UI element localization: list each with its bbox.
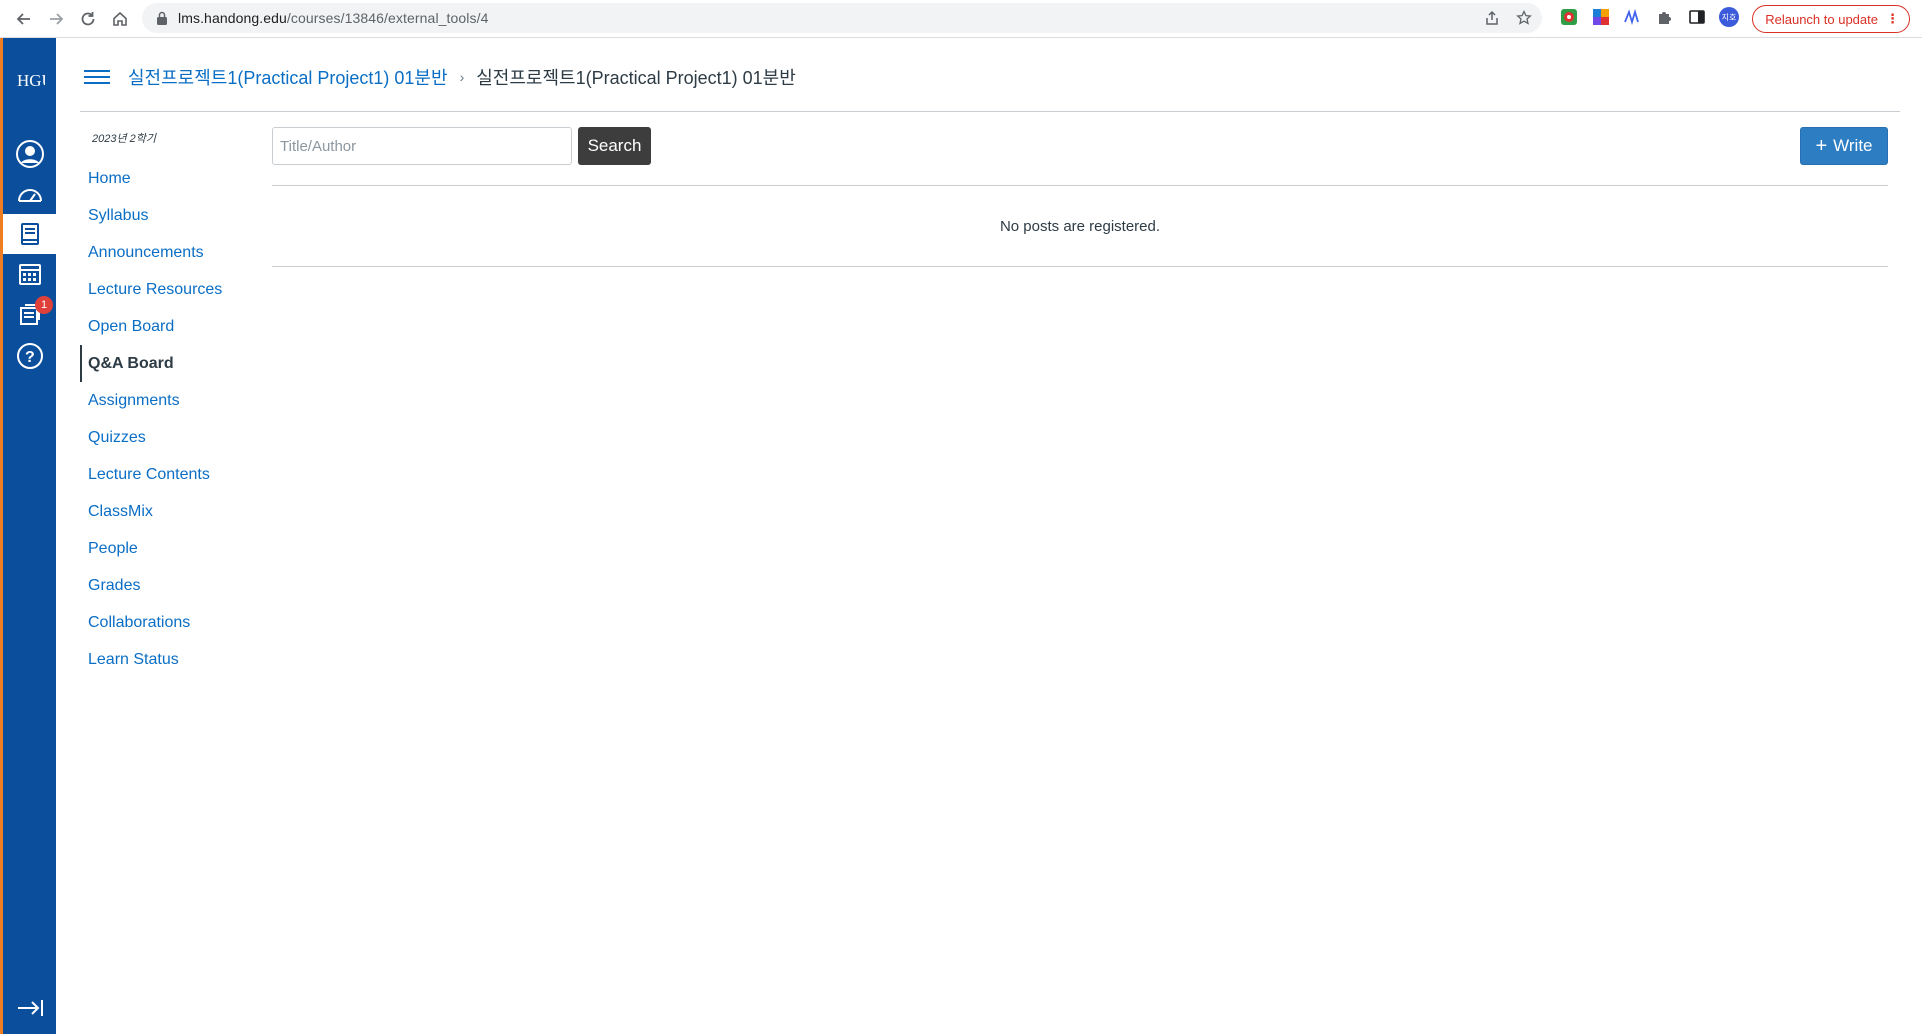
course-nav: 2023년 2학기 Home Syllabus Announcements Le…	[80, 130, 260, 678]
share-icon[interactable]	[1482, 8, 1502, 28]
course-nav-learn-status[interactable]: Learn Status	[80, 641, 260, 678]
course-nav-announcements[interactable]: Announcements	[80, 234, 260, 271]
extension-waves-icon[interactable]	[1622, 6, 1644, 28]
course-nav-open-board[interactable]: Open Board	[80, 308, 260, 345]
svg-text:?: ?	[25, 349, 35, 366]
courses-icon[interactable]	[3, 214, 56, 254]
relaunch-button[interactable]: Relaunch to update ⋮	[1752, 5, 1910, 33]
back-icon[interactable]	[8, 3, 40, 35]
hamburger-menu-icon[interactable]	[84, 66, 110, 88]
global-nav: HGU 1 ?	[0, 38, 56, 1034]
breadcrumb: 실전프로젝트1(Practical Project1) 01분반 › 실전프로젝…	[128, 64, 796, 90]
search-input[interactable]	[272, 127, 572, 165]
course-nav-home[interactable]: Home	[80, 160, 260, 197]
home-icon[interactable]	[104, 3, 136, 35]
qa-board: Search + Write No posts are registered.	[272, 127, 1888, 267]
relaunch-label: Relaunch to update	[1765, 11, 1878, 27]
page-header: 실전프로젝트1(Practical Project1) 01분반 › 실전프로젝…	[80, 56, 1900, 112]
write-label: Write	[1833, 136, 1873, 155]
course-nav-grades[interactable]: Grades	[80, 567, 260, 604]
collapse-nav-icon[interactable]	[3, 988, 56, 1028]
write-button[interactable]: + Write	[1800, 127, 1888, 165]
course-nav-people[interactable]: People	[80, 530, 260, 567]
course-nav-quizzes[interactable]: Quizzes	[80, 419, 260, 456]
bookmark-star-icon[interactable]	[1514, 8, 1534, 28]
svg-text:HGU: HGU	[17, 71, 45, 90]
plus-icon: +	[1815, 135, 1828, 157]
browser-toolbar: lms.handong.edu/courses/13846/external_t…	[0, 0, 1922, 38]
course-nav-qa-board[interactable]: Q&A Board	[80, 345, 260, 382]
kebab-menu-icon: ⋮	[1886, 11, 1899, 26]
account-icon[interactable]	[3, 134, 56, 174]
url-text: lms.handong.edu/courses/13846/external_t…	[178, 10, 489, 26]
term-label: 2023년 2학기	[92, 133, 157, 145]
help-icon[interactable]: ?	[3, 336, 56, 376]
course-nav-lecture-resources[interactable]: Lecture Resources	[80, 271, 260, 308]
course-nav-assignments[interactable]: Assignments	[80, 382, 260, 419]
puzzle-icon[interactable]	[1654, 6, 1676, 28]
school-logo[interactable]: HGU	[3, 58, 56, 98]
address-bar[interactable]: lms.handong.edu/courses/13846/external_t…	[142, 3, 1542, 33]
search-button[interactable]: Search	[578, 127, 651, 165]
course-nav-collaborations[interactable]: Collaborations	[80, 604, 260, 641]
lock-icon[interactable]	[154, 10, 170, 26]
board-toolbar: Search + Write	[272, 127, 1888, 186]
inbox-icon[interactable]: 1	[3, 294, 56, 334]
course-nav-lecture-contents[interactable]: Lecture Contents	[80, 456, 260, 493]
empty-state-message: No posts are registered.	[272, 186, 1888, 267]
breadcrumb-current: 실전프로젝트1(Practical Project1) 01분반	[476, 68, 796, 88]
extension-red-icon[interactable]	[1558, 6, 1580, 28]
course-nav-classmix[interactable]: ClassMix	[80, 493, 260, 530]
breadcrumb-separator: ›	[459, 69, 465, 85]
profile-avatar[interactable]: 지호	[1718, 6, 1740, 28]
forward-icon[interactable]	[40, 3, 72, 35]
course-nav-syllabus[interactable]: Syllabus	[80, 197, 260, 234]
breadcrumb-course-link[interactable]: 실전프로젝트1(Practical Project1) 01분반	[128, 64, 448, 90]
extension-grid-icon[interactable]	[1590, 6, 1612, 28]
reload-icon[interactable]	[72, 3, 104, 35]
calendar-icon[interactable]	[3, 254, 56, 294]
side-panel-icon[interactable]	[1686, 6, 1708, 28]
inbox-badge: 1	[35, 296, 53, 314]
dashboard-icon[interactable]	[3, 174, 56, 214]
